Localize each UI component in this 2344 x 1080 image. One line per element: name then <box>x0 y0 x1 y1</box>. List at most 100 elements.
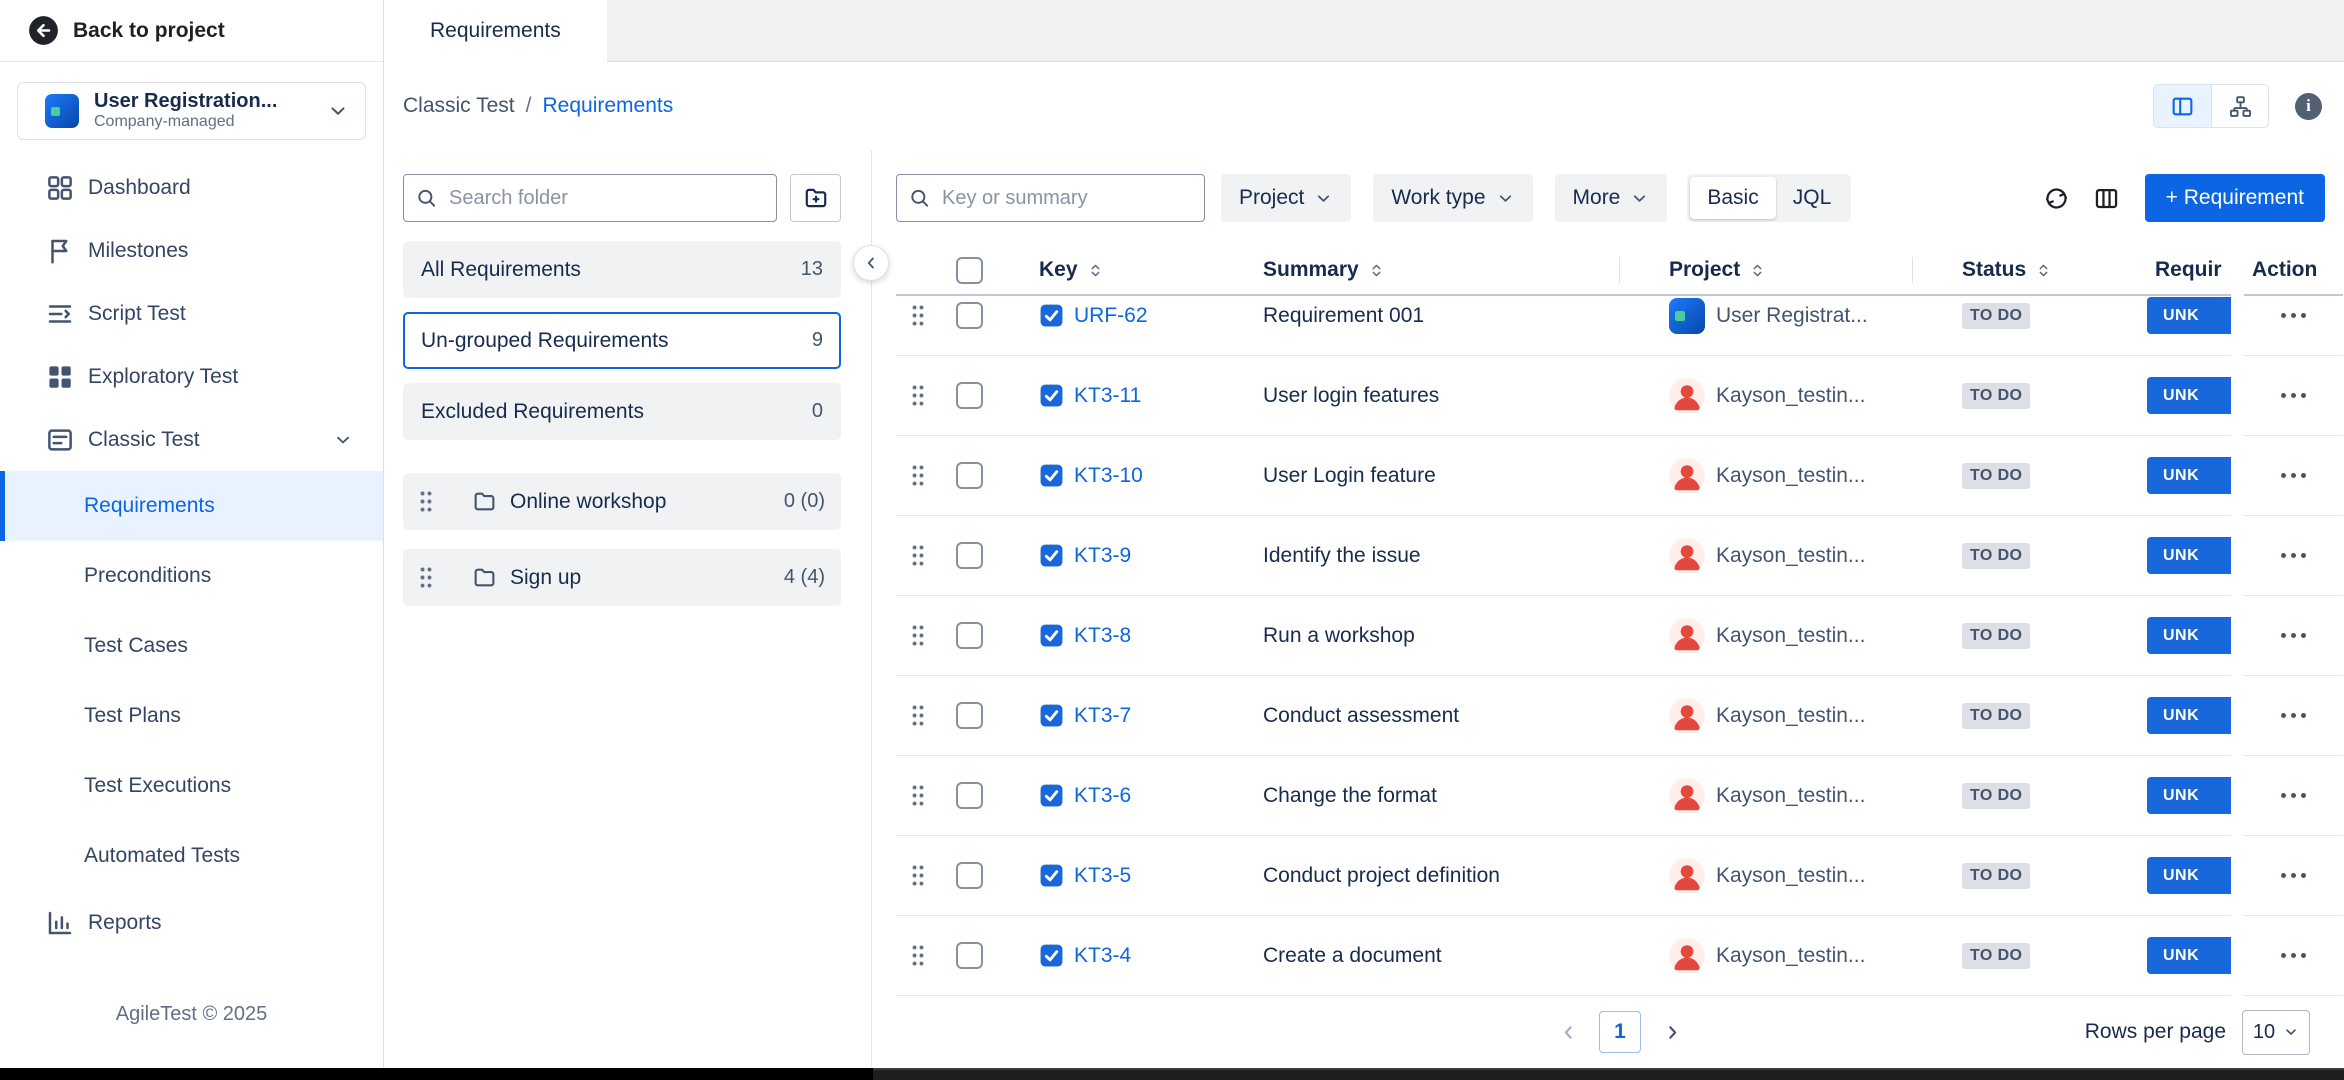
collapse-panel-button[interactable] <box>853 245 889 281</box>
row-drag-handle[interactable] <box>896 356 939 435</box>
sidebar-item-test-plans[interactable]: Test Plans <box>0 681 383 751</box>
coverage-badge[interactable]: UNK <box>2147 937 2231 974</box>
mode-basic[interactable]: Basic <box>1690 177 1775 219</box>
sort-icon[interactable] <box>1749 262 1766 279</box>
tab-requirements[interactable]: Requirements <box>384 0 607 62</box>
table-search-input[interactable] <box>896 174 1205 222</box>
board-view-button[interactable] <box>2154 85 2211 127</box>
filter-work-type[interactable]: Work type <box>1373 174 1532 222</box>
row-checkbox[interactable] <box>956 862 983 889</box>
coverage-badge[interactable]: UNK <box>2147 857 2231 894</box>
header-summary[interactable]: Summary <box>1234 246 1619 294</box>
header-key[interactable]: Key <box>999 246 1234 294</box>
current-page-button[interactable]: 1 <box>1599 1011 1641 1053</box>
row-actions-button[interactable] <box>2271 703 2316 728</box>
new-folder-button[interactable] <box>790 174 841 222</box>
table-scrollbar-track[interactable] <box>2231 246 2244 996</box>
row-actions-button[interactable] <box>2271 463 2316 488</box>
table-scroll-viewport[interactable]: Key Summary Project <box>896 246 2231 996</box>
row-drag-handle[interactable] <box>896 296 939 355</box>
sidebar-item-script-test[interactable]: Script Test <box>0 282 383 345</box>
requirement-key-link[interactable]: KT3-8 <box>1074 624 1131 648</box>
breadcrumb-parent[interactable]: Classic Test <box>403 94 515 118</box>
header-status[interactable]: Status <box>1912 246 2147 294</box>
requirement-key-link[interactable]: KT3-4 <box>1074 944 1131 968</box>
row-checkbox[interactable] <box>956 302 983 329</box>
sort-icon[interactable] <box>1368 262 1385 279</box>
drag-handle-icon[interactable] <box>419 490 433 513</box>
requirement-key-link[interactable]: KT3-6 <box>1074 784 1131 808</box>
mode-jql[interactable]: JQL <box>1776 177 1849 219</box>
header-requirement-status[interactable]: Requir <box>2147 246 2231 294</box>
folder-online-workshop[interactable]: Online workshop 0 (0) <box>403 473 841 530</box>
filter-more[interactable]: More <box>1555 174 1668 222</box>
row-actions-button[interactable] <box>2271 543 2316 568</box>
requirement-key-link[interactable]: KT3-10 <box>1074 464 1143 488</box>
coverage-badge[interactable]: UNK <box>2147 537 2231 574</box>
previous-page-button[interactable] <box>1549 1013 1587 1051</box>
sidebar-item-test-cases[interactable]: Test Cases <box>0 611 383 681</box>
row-drag-handle[interactable] <box>896 836 939 915</box>
row-checkbox[interactable] <box>956 782 983 809</box>
coverage-badge[interactable]: UNK <box>2147 777 2231 814</box>
row-checkbox[interactable] <box>956 942 983 969</box>
row-checkbox[interactable] <box>956 702 983 729</box>
info-icon[interactable]: i <box>2295 93 2322 120</box>
sort-icon[interactable] <box>1087 262 1104 279</box>
coverage-badge[interactable]: UNK <box>2147 457 2231 494</box>
coverage-badge[interactable]: UNK <box>2147 697 2231 734</box>
back-to-project[interactable]: Back to project <box>0 0 383 62</box>
requirement-key-link[interactable]: KT3-7 <box>1074 704 1131 728</box>
sort-icon[interactable] <box>2035 262 2052 279</box>
row-drag-handle[interactable] <box>896 916 939 995</box>
refresh-button[interactable] <box>2037 178 2077 218</box>
drag-handle-icon[interactable] <box>419 566 433 589</box>
folder-sign-up[interactable]: Sign up 4 (4) <box>403 549 841 606</box>
next-page-button[interactable] <box>1653 1013 1691 1051</box>
project-selector[interactable]: User Registration... Company-managed <box>17 82 366 140</box>
sidebar-item-requirements[interactable]: Requirements <box>0 471 383 541</box>
sidebar-item-dashboard[interactable]: Dashboard <box>0 156 383 219</box>
breadcrumb-current[interactable]: Requirements <box>543 94 674 118</box>
row-drag-handle[interactable] <box>896 596 939 675</box>
row-checkbox[interactable] <box>956 462 983 489</box>
sidebar-item-automated-tests[interactable]: Automated Tests <box>0 821 383 891</box>
folder-search-input[interactable] <box>403 174 777 222</box>
sidebar-item-preconditions[interactable]: Preconditions <box>0 541 383 611</box>
row-actions-button[interactable] <box>2271 783 2316 808</box>
requirement-key-link[interactable]: KT3-11 <box>1074 384 1141 408</box>
group-ungrouped-requirements[interactable]: Un-grouped Requirements 9 <box>403 312 841 369</box>
coverage-badge[interactable]: UNK <box>2147 617 2231 654</box>
requirement-key-link[interactable]: URF-62 <box>1074 304 1148 328</box>
row-actions-button[interactable] <box>2271 623 2316 648</box>
sidebar-item-exploratory-test[interactable]: Exploratory Test <box>0 345 383 408</box>
coverage-badge[interactable]: UNK <box>2147 377 2231 414</box>
add-requirement-button[interactable]: + Requirement <box>2145 174 2325 222</box>
sidebar-item-reports[interactable]: Reports <box>0 891 383 954</box>
header-project[interactable]: Project <box>1619 246 1912 294</box>
row-drag-handle[interactable] <box>896 516 939 595</box>
group-excluded-requirements[interactable]: Excluded Requirements 0 <box>403 383 841 440</box>
row-actions-button[interactable] <box>2271 943 2316 968</box>
filter-project[interactable]: Project <box>1221 174 1351 222</box>
row-drag-handle[interactable] <box>896 436 939 515</box>
sidebar-item-milestones[interactable]: Milestones <box>0 219 383 282</box>
row-actions-button[interactable] <box>2271 383 2316 408</box>
row-checkbox[interactable] <box>956 382 983 409</box>
group-all-requirements[interactable]: All Requirements 13 <box>403 241 841 298</box>
row-actions-button[interactable] <box>2271 303 2316 328</box>
row-drag-handle[interactable] <box>896 756 939 835</box>
coverage-badge[interactable]: UNK <box>2147 297 2231 334</box>
requirement-key-link[interactable]: KT3-5 <box>1074 864 1131 888</box>
requirement-key-link[interactable]: KT3-9 <box>1074 544 1131 568</box>
row-checkbox[interactable] <box>956 622 983 649</box>
columns-button[interactable] <box>2087 178 2127 218</box>
select-all-checkbox[interactable] <box>956 257 983 284</box>
sidebar-item-classic-test[interactable]: Classic Test <box>0 408 383 471</box>
sidebar-item-test-executions[interactable]: Test Executions <box>0 751 383 821</box>
tree-view-button[interactable] <box>2211 85 2268 127</box>
rows-per-page-select[interactable]: 10 <box>2242 1010 2310 1055</box>
row-drag-handle[interactable] <box>896 676 939 755</box>
row-actions-button[interactable] <box>2271 863 2316 888</box>
row-checkbox[interactable] <box>956 542 983 569</box>
